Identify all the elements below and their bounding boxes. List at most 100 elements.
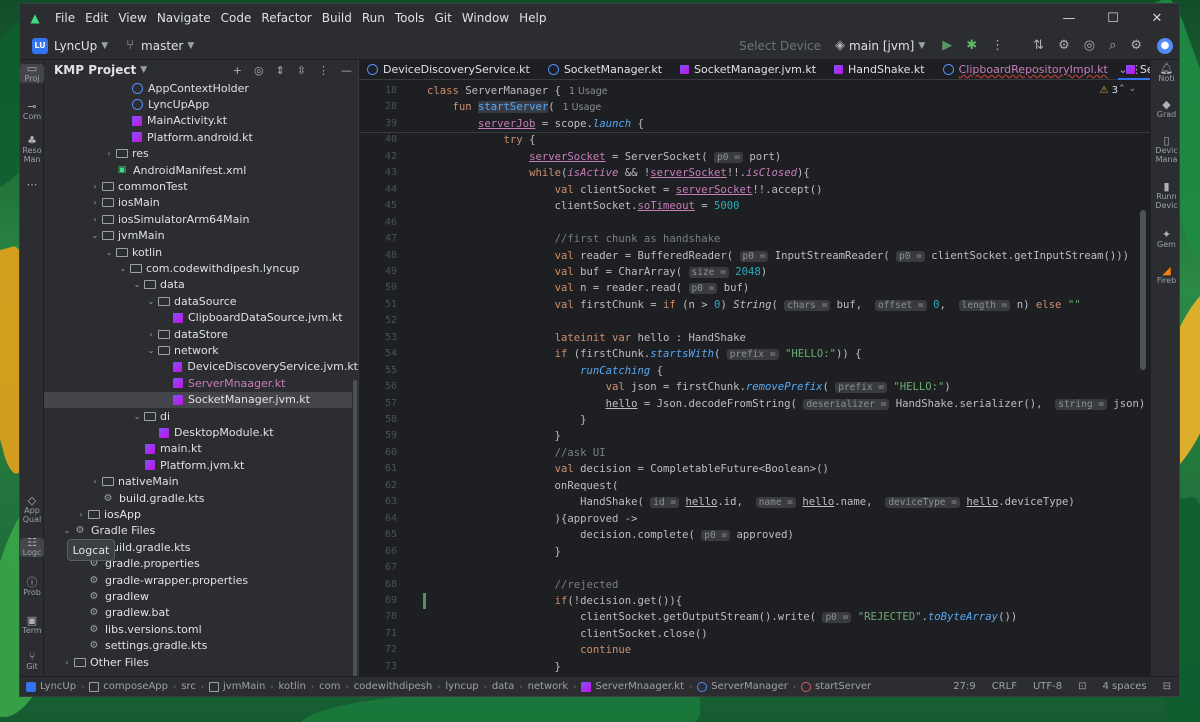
chevron-right-icon[interactable]: › — [89, 477, 101, 486]
tool-commit[interactable]: ⊸ Com — [20, 101, 44, 121]
breadcrumb-item[interactable]: kotlin — [279, 681, 306, 692]
code-line[interactable]: 40 try { — [359, 132, 1150, 148]
menu-refactor[interactable]: Refactor — [256, 11, 316, 25]
tool-problems[interactable]: ⓘ Prob — [20, 577, 44, 597]
tree-item[interactable]: ▣ AndroidManifest.xml — [44, 162, 358, 178]
tree-item[interactable]: AppContextHolder — [44, 80, 358, 96]
tree-item[interactable]: main.kt — [44, 441, 358, 457]
tool-firebase[interactable]: ◢ Fireb — [1151, 265, 1179, 285]
file-encoding[interactable]: UTF-8 — [1033, 681, 1062, 692]
editor-tab[interactable]: HandShake.kt — [826, 60, 935, 79]
sdk-manager-icon[interactable]: ⚙ — [1058, 38, 1070, 53]
debug-icon[interactable]: ✱ — [966, 38, 977, 53]
breadcrumb-item[interactable]: jvmMain — [223, 681, 265, 692]
run-icon[interactable]: ▶ — [942, 38, 952, 53]
tree-item[interactable]: ⚙ libs.versions.toml — [44, 621, 358, 637]
line-separator[interactable]: CRLF — [992, 681, 1017, 692]
menu-run[interactable]: Run — [357, 11, 390, 25]
code-line[interactable]: 68 //rejected — [359, 577, 1150, 593]
code-line[interactable]: 18 class ServerManager {1 Usage — [359, 83, 1150, 99]
tool-logcat[interactable]: ☷ Logc — [20, 537, 44, 557]
menu-git[interactable]: Git — [429, 11, 456, 25]
menu-window[interactable]: Window — [457, 11, 514, 25]
chevron-down-icon[interactable]: ⌄ — [61, 526, 73, 535]
project-badge[interactable]: LU — [32, 37, 48, 54]
breadcrumb-item[interactable]: codewithdipesh — [354, 681, 433, 692]
sync-gradle-icon[interactable]: ⇅ — [1033, 38, 1044, 53]
menu-navigate[interactable]: Navigate — [152, 11, 216, 25]
tree-item[interactable]: ⚙ settings.gradle.kts — [44, 638, 358, 654]
chevron-right-icon[interactable]: › — [75, 510, 87, 519]
code-line[interactable]: 54 if (firstChunk.startsWith( prefix = "… — [359, 346, 1150, 362]
menu-help[interactable]: Help — [514, 11, 551, 25]
code-line[interactable]: 55 runCatching { — [359, 363, 1150, 379]
maximize-icon[interactable]: ☐ — [1091, 11, 1135, 26]
code-line[interactable]: 71 clientSocket.close() — [359, 626, 1150, 642]
menu-build[interactable]: Build — [317, 11, 357, 25]
code-line[interactable]: 51 val firstChunk = if (n > 0) String( c… — [359, 297, 1150, 313]
code-line[interactable]: 45 clientSocket.soTimeout = 5000 — [359, 198, 1150, 214]
editor-scrollbar[interactable] — [1140, 210, 1146, 370]
lock-icon[interactable]: ⊡ — [1078, 681, 1086, 692]
tool-git[interactable]: ⑂ Git — [20, 651, 44, 671]
code-line[interactable]: 47 //first chunk as handshake — [359, 231, 1150, 247]
breadcrumb-item[interactable]: LyncUp — [40, 681, 76, 692]
tree-item[interactable]: ⌄ di — [44, 408, 358, 424]
code-line[interactable]: 67 — [359, 560, 1150, 576]
tree-item[interactable]: ⌄ dataSource — [44, 293, 358, 309]
breadcrumb-item[interactable]: lyncup — [445, 681, 478, 692]
breadcrumb-item[interactable]: startServer — [815, 681, 871, 692]
chevron-down-icon[interactable]: ⌄ — [131, 412, 143, 421]
branch-selector[interactable]: master — [141, 39, 183, 53]
minimize-icon[interactable]: — — [1047, 11, 1091, 26]
tree-item[interactable]: ⚙ gradlew — [44, 588, 358, 604]
tree-item[interactable]: › res — [44, 146, 358, 162]
chevron-down-icon[interactable]: ⌄ — [145, 346, 157, 355]
tree-item[interactable]: ⚙ build.gradle.kts — [44, 490, 358, 506]
code-line[interactable]: 63 HandShake( id = hello.id, name = hell… — [359, 494, 1150, 510]
menu-file[interactable]: File — [50, 11, 80, 25]
tree-item[interactable]: LyncUpApp — [44, 96, 358, 112]
code-line[interactable]: 72 continue — [359, 642, 1150, 658]
code-line[interactable]: 64 ){approved -> — [359, 511, 1150, 527]
code-line[interactable]: 49 val buf = CharArray( size = 2048) — [359, 264, 1150, 280]
tool-app-quality[interactable]: ◇ App Qual — [20, 495, 44, 524]
device-mirror-icon[interactable]: ◎ — [1084, 38, 1095, 53]
editor-tab[interactable]: ClipboardRepositoryImpl.kt — [935, 60, 1118, 79]
breadcrumb-item[interactable]: src — [181, 681, 196, 692]
tree-item[interactable]: ⚙ gradlew.bat — [44, 605, 358, 621]
tool-device-manager[interactable]: ▯ Devic Mana — [1151, 135, 1179, 164]
code-line[interactable]: 43 while(isActive && !serverSocket!!.isC… — [359, 165, 1150, 181]
tree-item[interactable]: › Other Files — [44, 654, 358, 670]
breadcrumb-item[interactable]: composeApp — [103, 681, 168, 692]
menu-view[interactable]: View — [113, 11, 151, 25]
vcs-change-marker[interactable] — [423, 592, 426, 610]
chevron-right-icon[interactable]: › — [89, 215, 101, 224]
menu-tools[interactable]: Tools — [390, 11, 430, 25]
chevron-down-icon[interactable]: ⌄ — [103, 248, 115, 257]
code-line[interactable]: 53 lateinit var hello : HandShake — [359, 330, 1150, 346]
device-selector[interactable]: Select Device — [739, 39, 821, 53]
code-line[interactable]: 39 serverJob = scope.launch { — [359, 116, 1150, 132]
chevron-down-icon[interactable]: ⌄ — [131, 280, 143, 289]
more-actions-icon[interactable]: ⋮ — [991, 38, 1004, 53]
indent-setting[interactable]: 4 spaces — [1103, 681, 1147, 692]
menu-code[interactable]: Code — [216, 11, 257, 25]
breadcrumb-item[interactable]: network — [528, 681, 569, 692]
code-line[interactable]: 28 fun startServer(1 Usage — [359, 99, 1150, 115]
tree-item[interactable]: Platform.jvm.kt — [44, 457, 358, 473]
chevron-right-icon[interactable]: › — [61, 658, 73, 667]
code-line[interactable]: 46 — [359, 215, 1150, 231]
breadcrumb-item[interactable]: ServerMnaager.kt — [595, 681, 684, 692]
tree-item[interactable]: ⌄ network — [44, 342, 358, 358]
tree-item[interactable]: › iosSimulatorArm64Main — [44, 211, 358, 227]
tree-item[interactable]: Platform.android.kt — [44, 129, 358, 145]
tool-more[interactable]: ⋯ — [20, 179, 44, 190]
chevron-down-icon[interactable]: ▼ — [187, 41, 194, 51]
highlight-nav-icon[interactable]: ⌃ ⌄ — [1118, 84, 1136, 94]
tree-item[interactable]: › iosMain — [44, 195, 358, 211]
code-line[interactable]: 50 val n = reader.read( p0 = buf) — [359, 280, 1150, 296]
code-line[interactable]: 70 clientSocket.getOutputStream().write(… — [359, 609, 1150, 625]
chevron-down-icon[interactable]: ⌄ — [89, 231, 101, 240]
tool-resource-manager[interactable]: ♣ Reso Man — [20, 135, 44, 164]
